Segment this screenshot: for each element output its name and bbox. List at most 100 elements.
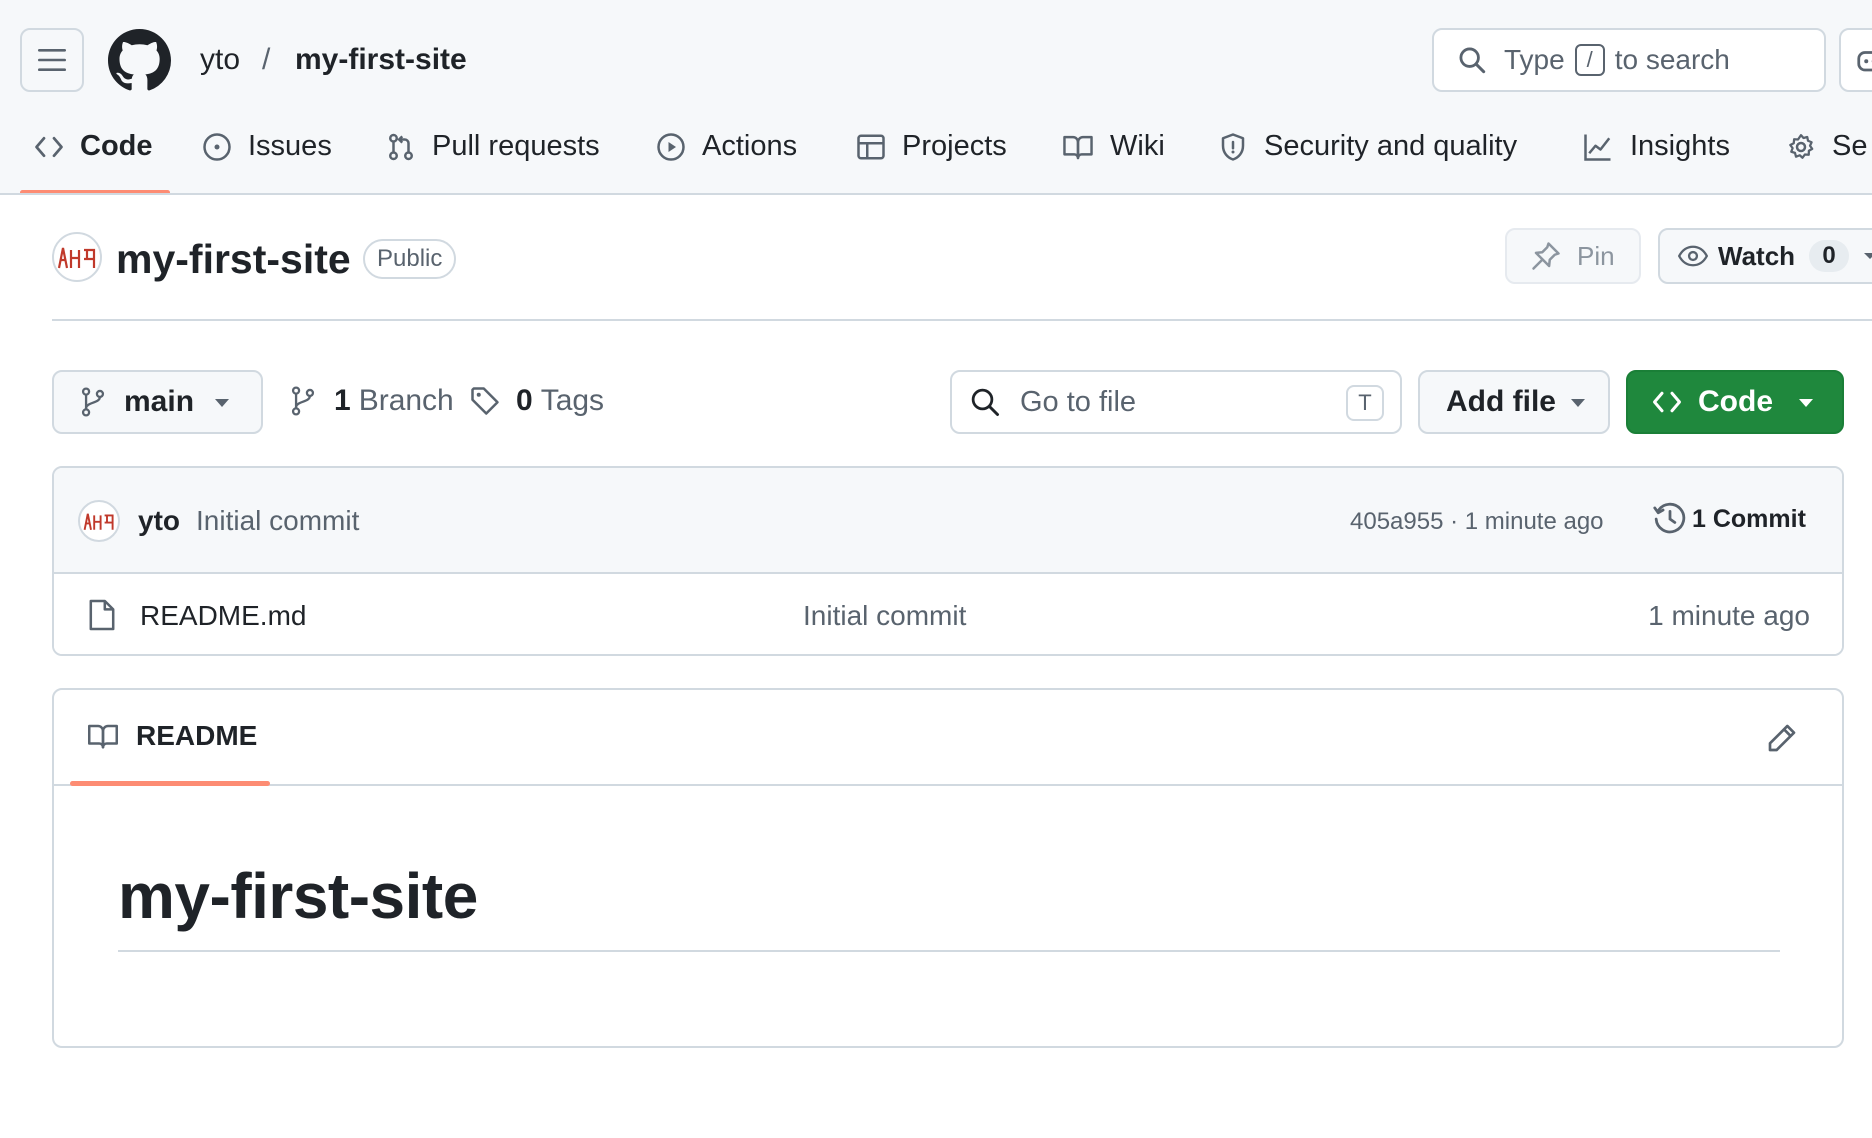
search-icon (971, 388, 999, 416)
tag-count-value: 0 (516, 384, 533, 417)
pin-icon (1532, 242, 1560, 270)
tag-icon (471, 387, 499, 415)
book-icon (88, 724, 118, 749)
open-menu-button[interactable] (20, 28, 84, 92)
branch-count-value: 1 (334, 384, 351, 417)
tab-issues-label: Issues (248, 130, 332, 162)
file-browser: yto Initial commit 405a955 · 1 minute ag… (52, 466, 1844, 656)
search-button[interactable]: Type / to search (1432, 28, 1826, 92)
git-branch-icon (291, 386, 315, 416)
readme-tab[interactable]: README (86, 720, 257, 752)
file-commit-message[interactable]: Initial commit (803, 600, 966, 632)
repo-title[interactable]: my-first-site (116, 235, 351, 283)
tab-projects-label: Projects (902, 130, 1007, 162)
pencil-icon[interactable] (1766, 722, 1798, 754)
tab-insights[interactable]: Insights (1582, 118, 1730, 193)
book-icon (1063, 135, 1093, 160)
app-header: yto / my-first-site Type / to search Cod… (0, 0, 1872, 195)
search-prefix: Type (1504, 44, 1565, 75)
commit-history-link[interactable]: 1 Commit (1652, 502, 1806, 536)
latest-commit-row: yto Initial commit 405a955 · 1 minute ag… (54, 468, 1842, 574)
selected-tab-indicator (20, 190, 170, 193)
tag-count-label: Tags (540, 384, 605, 417)
file-name-link[interactable]: README.md (140, 600, 306, 632)
watch-button[interactable]: Watch 0 (1658, 228, 1872, 284)
copilot-button[interactable] (1839, 28, 1872, 92)
copilot-icon (1857, 51, 1872, 72)
code-icon (35, 136, 63, 158)
tab-wiki-label: Wiki (1110, 130, 1165, 162)
shield-icon (1221, 133, 1245, 161)
github-logo-icon[interactable] (108, 29, 171, 92)
tab-insights-label: Insights (1630, 130, 1730, 162)
history-icon (1653, 502, 1686, 534)
go-to-file-placeholder: Go to file (1020, 385, 1137, 418)
heading-divider (118, 950, 1780, 952)
issue-opened-icon (203, 133, 231, 161)
tab-pull-requests[interactable]: Pull requests (386, 118, 600, 193)
eye-icon (1678, 245, 1708, 267)
caret-down-icon (1571, 399, 1585, 407)
file-icon (89, 599, 115, 631)
pin-label: Pin (1577, 240, 1615, 271)
code-button[interactable]: Code (1626, 370, 1844, 434)
breadcrumb-separator: / (262, 43, 271, 76)
chevron-down-icon[interactable] (1863, 251, 1872, 261)
branches-link[interactable]: 1 Branch (290, 384, 454, 418)
tab-security[interactable]: Security and quality (1218, 118, 1518, 193)
code-button-label: Code (1698, 385, 1773, 418)
table-icon (857, 134, 885, 160)
commit-count-label: 1 Commit (1692, 504, 1806, 533)
avatar-image-icon (57, 247, 96, 269)
readme-tab-indicator (70, 781, 270, 786)
git-branch-icon (81, 387, 105, 417)
tab-code[interactable]: Code (34, 118, 153, 193)
title-divider (52, 319, 1872, 321)
commit-message[interactable]: Initial commit (196, 505, 359, 537)
commit-author[interactable]: yto (138, 505, 180, 537)
add-file-button[interactable]: Add file (1418, 370, 1610, 434)
search-suffix: to search (1614, 44, 1730, 75)
go-to-file-shortcut: T (1346, 385, 1384, 421)
branch-count-label: Branch (358, 384, 454, 417)
tab-settings-label: Se (1832, 130, 1868, 162)
tab-security-label: Security and quality (1264, 130, 1518, 162)
graph-icon (1584, 134, 1611, 161)
commit-hash-and-time[interactable]: 405a955 · 1 minute ago (1350, 508, 1604, 536)
search-icon (1459, 47, 1486, 74)
play-icon (657, 133, 685, 161)
tab-actions-label: Actions (702, 130, 798, 162)
go-to-file-input[interactable]: Go to file T (950, 370, 1402, 434)
readme-panel: README my-first-site (52, 688, 1844, 1048)
branch-select-button[interactable]: main (52, 370, 263, 434)
file-commit-age: 1 minute ago (1648, 600, 1810, 631)
hamburger-icon (38, 49, 66, 71)
watch-count: 0 (1809, 240, 1850, 272)
commit-author-avatar[interactable] (78, 500, 120, 542)
code-icon (1653, 391, 1681, 413)
visibility-badge: Public (363, 239, 457, 279)
gear-icon (1789, 134, 1814, 159)
breadcrumb-repo[interactable]: my-first-site (295, 42, 467, 78)
readme-heading: my-first-site (118, 860, 478, 932)
tab-pull-requests-label: Pull requests (432, 130, 600, 162)
tab-wiki[interactable]: Wiki (1062, 118, 1165, 193)
tab-settings[interactable]: Se (1786, 118, 1868, 193)
caret-down-icon (1799, 399, 1813, 407)
avatar-image-icon (83, 513, 114, 530)
pin-button[interactable]: Pin (1505, 228, 1641, 284)
caret-down-icon (215, 399, 229, 407)
breadcrumb-owner[interactable]: yto (200, 42, 240, 78)
tab-actions[interactable]: Actions (656, 118, 798, 193)
git-pull-request-icon (389, 133, 413, 161)
table-row[interactable]: README.md Initial commit 1 minute ago (54, 574, 1842, 654)
tags-link[interactable]: 0 Tags (470, 384, 604, 418)
add-file-label: Add file (1446, 385, 1556, 418)
tab-code-label: Code (80, 130, 153, 162)
search-shortcut-key: / (1574, 44, 1605, 76)
tab-projects[interactable]: Projects (856, 118, 1007, 193)
owner-avatar[interactable] (52, 232, 102, 282)
tab-issues[interactable]: Issues (202, 118, 332, 193)
readme-tab-label: README (136, 720, 258, 751)
watch-label: Watch (1718, 240, 1796, 271)
